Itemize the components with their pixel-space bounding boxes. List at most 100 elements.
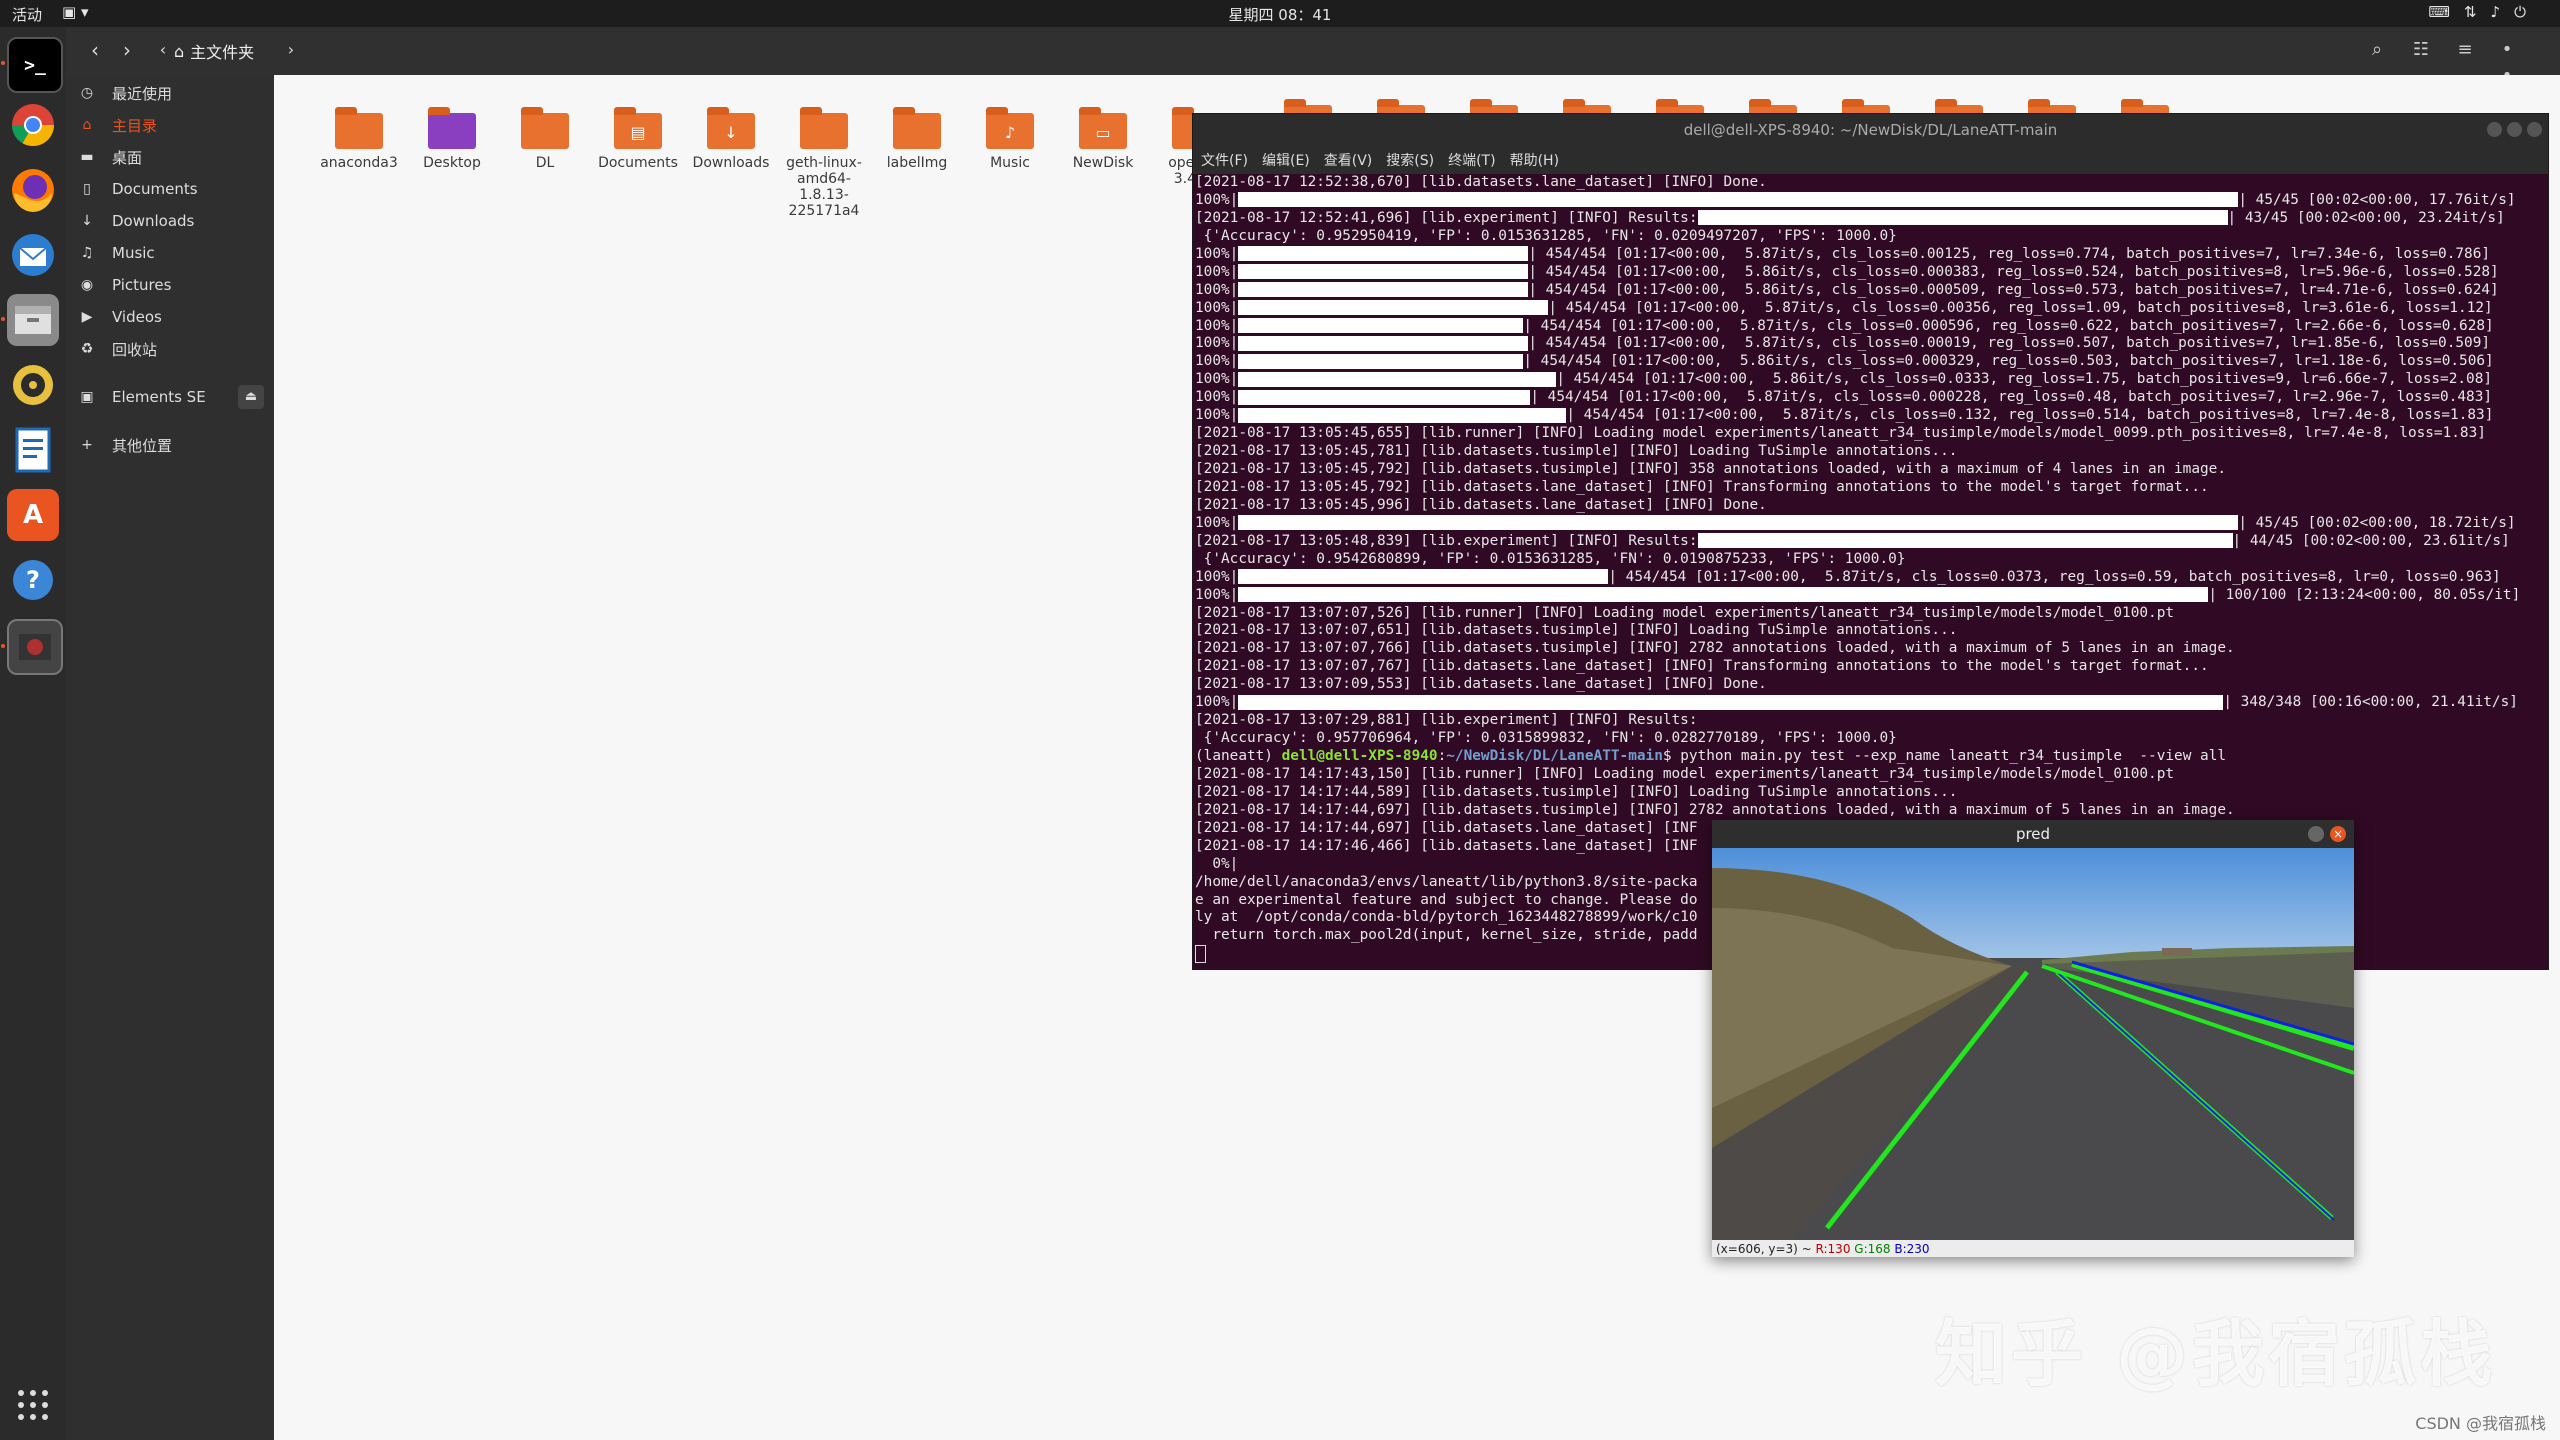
writer-icon[interactable] [7, 424, 59, 476]
sidebar-item-1[interactable]: ⌂ 主目录 [66, 109, 274, 141]
terminal-menu-item[interactable]: 搜索(S) [1386, 150, 1434, 170]
status-b: B:230 [1894, 1242, 1930, 1256]
terminal-text: [2021-08-17 14:17:44,697] [lib.datasets.… [1195, 819, 1698, 836]
terminal-menubar: 文件(F) 编辑(E) 查看(V) 搜索(S) 终端(T) 帮助(H) [1193, 146, 2548, 174]
prompt-env: (laneatt) [1195, 748, 1282, 764]
path-right-arrow[interactable]: › [278, 37, 304, 63]
terminal-line: (laneatt) dell@dell-XPS-8940:~/NewDisk/D… [1195, 748, 2535, 766]
terminal-cursor [1195, 945, 1206, 964]
back-button[interactable]: ‹ [82, 37, 108, 63]
progress-stats: | 454/454 [01:17<00:00, 5.87it/s, cls_lo… [1528, 245, 2491, 262]
help-icon[interactable]: ? [7, 554, 59, 606]
volume-icon[interactable]: ♪ [2491, 3, 2515, 21]
terminal-menu-item[interactable]: 文件(F) [1201, 150, 1248, 170]
file-item[interactable]: ♪ Music [965, 105, 1055, 171]
file-item[interactable]: Desktop [407, 105, 497, 171]
progress-bar [1238, 192, 2239, 208]
sidebar-item-0[interactable]: ◷ 最近使用 [66, 77, 274, 109]
music-icon: ♫ [80, 245, 94, 261]
sidebar-item-4[interactable]: ↓ Downloads [66, 205, 274, 237]
prompt-sep: : [1437, 748, 1447, 764]
menu-icon[interactable]: ≡ [2452, 37, 2478, 63]
sidebar-item-label: Downloads [112, 212, 195, 230]
app-icon[interactable] [7, 619, 63, 675]
terminal-line: 100%| | 454/454 [01:17<00:00, 5.86it/s, c… [1195, 264, 2535, 282]
minimize-button[interactable] [2487, 122, 2502, 137]
sidebar-item-6[interactable]: ◉ Pictures [66, 269, 274, 301]
terminal-line: [2021-08-17 14:17:44,589] [lib.datasets.… [1195, 784, 2535, 802]
top-bar: 活动 ▣ ▾ 星期四 08：41 ⌨⇅♪⏻ [0, 0, 2560, 27]
file-item[interactable]: ▭ NewDisk [1058, 105, 1148, 171]
show-apps-icon[interactable] [7, 1379, 59, 1431]
sidebar-item-9[interactable]: ▣ Elements SE ⏏ [66, 381, 274, 413]
sidebar-item-10[interactable]: + 其他位置 [66, 429, 274, 461]
sidebar-item-5[interactable]: ♫ Music [66, 237, 274, 269]
terminal-line: [2021-08-17 13:05:48,839] [lib.experimen… [1195, 533, 2535, 551]
file-item[interactable]: geth-linux-amd64- 1.8.13- 225171a4 [779, 105, 869, 219]
path-home-label[interactable]: 主文件夹 [190, 39, 254, 63]
thunderbird-icon[interactable] [7, 229, 59, 281]
eject-icon[interactable]: ⏏ [238, 385, 264, 409]
activities-button[interactable]: 活动 [12, 4, 42, 25]
folder-icon [800, 107, 848, 149]
firefox-icon[interactable] [7, 164, 59, 216]
close-button[interactable] [2527, 122, 2542, 137]
terminal-text: [2021-08-17 14:17:46,466] [lib.datasets.… [1195, 837, 1698, 854]
terminal-line: 100%| | 454/454 [01:17<00:00, 5.87it/s, c… [1195, 300, 2535, 318]
view-toggle-icon[interactable]: ☷ [2408, 37, 2434, 63]
power-icon[interactable]: ⏻ [2514, 3, 2540, 21]
progress-bar [1238, 335, 1529, 351]
search-icon[interactable]: ⌕ [2364, 37, 2390, 63]
file-label: Documents [598, 155, 678, 171]
files-icon[interactable] [7, 294, 59, 346]
app-menu-icon[interactable]: ▣ ▾ [62, 3, 88, 21]
pred-window: pred × (x=606, y=3) ~ R:130 G:168 B:230 [1712, 820, 2354, 1257]
terminal-menu-item[interactable]: 终端(T) [1448, 150, 1495, 170]
file-item[interactable]: ↓ Downloads [686, 105, 776, 171]
file-label: Music [990, 155, 1030, 171]
sidebar-item-8[interactable]: ♻ 回收站 [66, 333, 274, 365]
terminal-menu-item[interactable]: 帮助(H) [1510, 150, 1559, 170]
sidebar-item-label: Videos [112, 308, 162, 326]
places-sidebar: ◷ 最近使用 ⌂ 主目录 ▬ 桌面 ▯ Documents ↓ Downloads ♫ Music ◉ P… [66, 75, 274, 1440]
terminal-line: [2021-08-17 13:07:29,881] [lib.experimen… [1195, 712, 2535, 730]
sidebar-item-3[interactable]: ▯ Documents [66, 173, 274, 205]
file-item[interactable]: DL [500, 105, 590, 171]
progress-stats: | 454/454 [01:17<00:00, 5.86it/s, cls_lo… [1528, 281, 2499, 298]
minimize-button[interactable] [2308, 826, 2324, 842]
progress-prefix: 100%| [1195, 317, 1239, 334]
network-icon[interactable]: ⇅ [2464, 3, 2491, 21]
file-item[interactable]: ▤ Documents [593, 105, 683, 171]
maximize-button[interactable] [2507, 122, 2522, 137]
progress-bar [1697, 533, 2233, 549]
file-item[interactable]: labelImg [872, 105, 962, 171]
prompt-user: dell@dell-XPS-8940 [1281, 748, 1438, 764]
system-tray[interactable]: ⌨⇅♪⏻ [2428, 3, 2540, 21]
path-left-arrow[interactable]: ‹ [150, 37, 176, 63]
terminal-line: [2021-08-17 12:52:41,696] [lib.experimen… [1195, 210, 2535, 228]
terminal-menu-item[interactable]: 编辑(E) [1262, 150, 1310, 170]
keyboard-icon[interactable]: ⌨ [2428, 3, 2464, 21]
close-button[interactable]: × [2330, 826, 2346, 842]
software-icon[interactable]: A [7, 489, 59, 541]
status-r: R:130 [1815, 1242, 1851, 1256]
terminal-line: [2021-08-17 13:07:07,767] [lib.datasets.… [1195, 658, 2535, 676]
forward-button[interactable]: › [114, 37, 140, 63]
terminal-text: [2021-08-17 13:05:45,792] [lib.datasets.… [1195, 461, 2227, 477]
sidebar-item-label: 回收站 [112, 340, 158, 359]
terminal-line: 100%| | 45/45 [00:02<00:00, 18.72it/s] [1195, 515, 2535, 533]
sidebar-item-2[interactable]: ▬ 桌面 [66, 141, 274, 173]
pathbar[interactable]: ⌂ 主文件夹 [174, 35, 254, 67]
file-item[interactable]: anaconda3 [314, 105, 404, 171]
terminal-icon[interactable]: >_ [7, 37, 63, 93]
window-buttons-icon[interactable]: • • • [2494, 37, 2520, 112]
terminal-menu-item[interactable]: 查看(V) [1324, 150, 1373, 170]
lane-prediction-image[interactable] [1712, 848, 2354, 1240]
chrome-icon[interactable] [7, 99, 59, 151]
sidebar-item-7[interactable]: ▶ Videos [66, 301, 274, 333]
rhythmbox-icon[interactable] [7, 359, 59, 411]
file-label: NewDisk [1072, 155, 1134, 171]
terminal-line: {'Accuracy': 0.9542680899, 'FP': 0.01536… [1195, 551, 2535, 569]
progress-stats: | 45/45 [00:02<00:00, 17.76it/s] [2238, 191, 2516, 208]
clock[interactable]: 星期四 08：41 [1229, 6, 1332, 24]
